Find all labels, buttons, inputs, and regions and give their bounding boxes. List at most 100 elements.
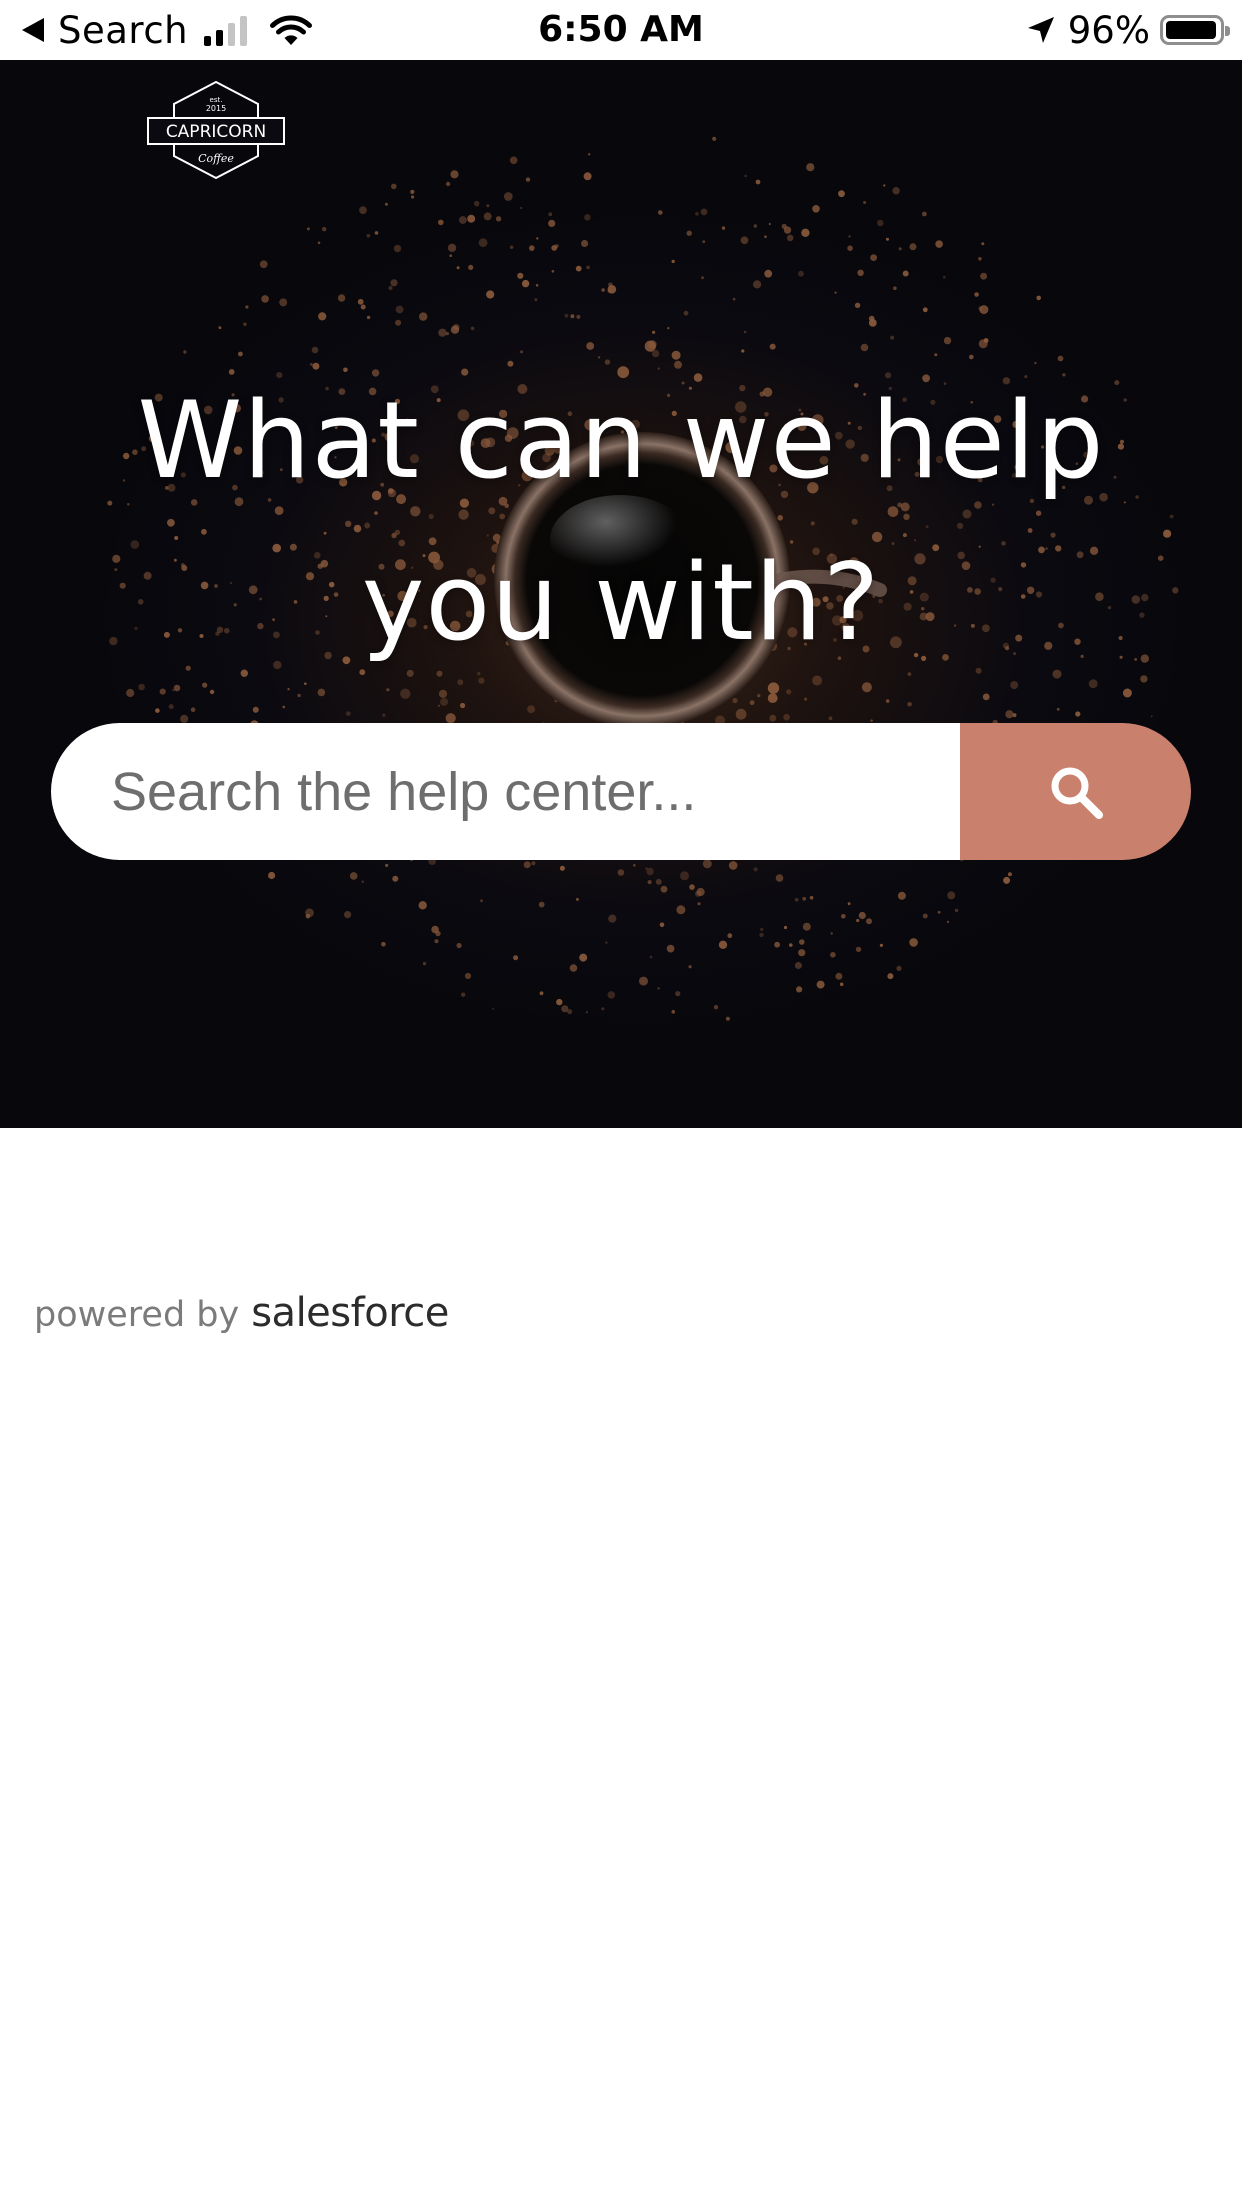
- coffee-ground-speck: [422, 961, 427, 966]
- coffee-ground-speck: [238, 351, 243, 357]
- coffee-ground-speck: [799, 939, 805, 945]
- coffee-ground-speck: [801, 228, 810, 237]
- coffee-ground-speck: [411, 195, 415, 199]
- coffee-ground-speck: [879, 943, 884, 947]
- coffee-ground-speck: [473, 200, 480, 207]
- coffee-ground-speck: [978, 257, 982, 261]
- coffee-ground-speck: [419, 312, 428, 321]
- coffee-ground-speck: [575, 265, 582, 272]
- coffee-ground-speck: [575, 897, 579, 901]
- search-button[interactable]: [960, 723, 1191, 860]
- coffee-ground-speck: [548, 212, 553, 217]
- coffee-ground-speck: [1007, 872, 1012, 877]
- coffee-ground-speck: [671, 350, 681, 360]
- coffee-ground-speck: [755, 179, 761, 185]
- coffee-ground-speck: [259, 260, 268, 269]
- coffee-ground-speck: [467, 214, 476, 223]
- coffee-ground-speck: [886, 237, 889, 241]
- coffee-ground-speck: [980, 272, 988, 280]
- coffee-ground-speck: [159, 688, 166, 695]
- coffee-ground-speck: [503, 192, 513, 201]
- coffee-ground-speck: [812, 205, 820, 213]
- coffee-ground-speck: [509, 156, 518, 165]
- coffee-ground-speck: [686, 230, 692, 236]
- coffee-ground-speck: [1056, 707, 1060, 711]
- coffee-ground-speck: [382, 713, 386, 717]
- coffee-ground-speck: [789, 943, 793, 947]
- coffee-ground-speck: [447, 243, 457, 252]
- coffee-ground-speck: [885, 699, 890, 703]
- coffee-ground-speck: [887, 973, 894, 980]
- coffee-ground-speck: [890, 335, 895, 340]
- coffee-ground-speck: [783, 925, 788, 930]
- coffee-ground-speck: [586, 265, 590, 270]
- coffee-ground-speck: [529, 245, 535, 251]
- coffee-ground-speck: [981, 242, 985, 246]
- salesforce-logo: salesforce: [251, 1290, 449, 1336]
- coffee-ground-speck: [1075, 711, 1081, 717]
- coffee-ground-speck: [794, 897, 799, 902]
- coffee-ground-speck: [478, 238, 488, 248]
- coffee-ground-speck: [180, 714, 189, 724]
- coffee-ground-speck: [922, 307, 928, 313]
- coffee-ground-speck: [982, 693, 990, 701]
- coffee-ground-speck: [937, 910, 941, 914]
- coffee-ground-speck: [287, 688, 290, 691]
- coffee-ground-speck: [359, 206, 367, 215]
- coffee-ground-speck: [209, 689, 215, 695]
- coffee-ground-speck: [534, 298, 538, 302]
- coffee-ground-speck: [855, 946, 862, 953]
- search-input[interactable]: [51, 723, 960, 860]
- coffee-ground-speck: [519, 206, 523, 210]
- coffee-ground-speck: [806, 163, 815, 172]
- coffee-ground-speck: [671, 1010, 676, 1014]
- coffee-ground-speck: [608, 282, 613, 288]
- coffee-ground-speck: [190, 707, 196, 712]
- coffee-ground-speck: [438, 219, 444, 226]
- svg-text:CAPRICORN: CAPRICORN: [166, 122, 266, 142]
- coffee-ground-speck: [783, 713, 790, 721]
- coffee-ground-speck: [183, 350, 187, 354]
- coffee-ground-speck: [809, 895, 814, 900]
- coffee-ground-speck: [561, 1005, 569, 1013]
- coffee-ground-speck: [769, 714, 777, 722]
- coffee-ground-speck: [713, 1005, 719, 1010]
- coffee-ground-speck: [839, 982, 844, 987]
- coffee-ground-speck: [753, 224, 757, 228]
- coffee-ground-speck: [695, 211, 699, 216]
- coffee-ground-speck: [856, 918, 860, 923]
- coffee-ground-speck: [979, 305, 989, 315]
- coffee-ground-speck: [774, 941, 780, 948]
- coffee-ground-speck: [468, 264, 474, 270]
- page-title: What can we help you with?: [137, 379, 1105, 664]
- coffee-ground-speck: [909, 243, 917, 251]
- coffee-ground-speck: [978, 339, 988, 349]
- coffee-ground-speck: [317, 241, 321, 245]
- coffee-ground-speck: [317, 688, 326, 697]
- coffee-ground-speck: [344, 911, 352, 919]
- coffee-ground-speck: [725, 1016, 730, 1021]
- coffee-ground-speck: [655, 878, 662, 885]
- coffee-ground-speck: [607, 991, 616, 999]
- coffee-ground-speck: [509, 245, 514, 249]
- coffee-ground-speck: [744, 174, 747, 178]
- coffee-ground-speck: [644, 340, 656, 352]
- coffee-ground-speck: [586, 342, 595, 350]
- coffee-ground-speck: [279, 298, 288, 307]
- coffee-ground-speck: [954, 908, 959, 913]
- coffee-ground-speck: [282, 705, 286, 709]
- coffee-ground-speck: [798, 270, 804, 277]
- coffee-ground-speck: [449, 254, 453, 257]
- coffee-ground-speck: [395, 319, 402, 326]
- coffee-ground-speck: [764, 235, 767, 238]
- coffee-ground-speck: [311, 346, 319, 354]
- coffee-ground-speck: [385, 863, 389, 868]
- coffee-ground-speck: [700, 208, 708, 216]
- status-right: 96%: [1026, 0, 1230, 60]
- coffee-ground-speck: [513, 955, 519, 961]
- coffee-ground-speck: [445, 713, 456, 724]
- coffee-ground-speck: [374, 231, 379, 235]
- coffee-ground-speck: [701, 276, 704, 280]
- coffee-ground-speck: [907, 702, 912, 707]
- capricorn-coffee-logo[interactable]: est. 2015 CAPRICORN Coffee: [146, 80, 286, 180]
